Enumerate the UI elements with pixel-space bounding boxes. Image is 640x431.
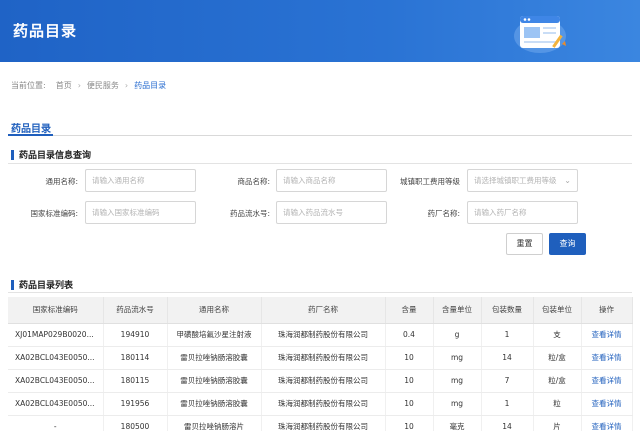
cell-national-code: XJ01MAP029B0020... xyxy=(8,323,104,347)
cell-national-code: XA02BCL043E0050... xyxy=(8,369,104,393)
table-row: - 180500 雷贝拉唑钠肠溶片 珠海润都制药股份有限公司 10 毫克 14 … xyxy=(8,415,633,431)
query-section-title: 药品目录信息查询 xyxy=(11,148,91,161)
cell-manufacturer: 珠海润都制药股份有限公司 xyxy=(261,369,386,393)
cell-generic-name: 雷贝拉唑钠肠溶片 xyxy=(167,415,262,431)
section-divider xyxy=(8,163,632,164)
cell-content-unit: mg xyxy=(433,369,482,393)
cell-pack-qty: 1 xyxy=(481,392,534,416)
col-action: 操作 xyxy=(581,297,633,324)
cell-pack-qty: 14 xyxy=(481,415,534,431)
cell-pack-qty: 14 xyxy=(481,346,534,370)
cell-serial-no: 194910 xyxy=(103,323,168,347)
col-content: 含量 xyxy=(385,297,434,324)
section-divider xyxy=(8,292,632,293)
cell-manufacturer: 珠海润都制药股份有限公司 xyxy=(261,392,386,416)
cell-national-code: XA02BCL043E0050... xyxy=(8,346,104,370)
manufacturer-label: 药厂名称: xyxy=(427,209,460,218)
view-details-link[interactable]: 查看详情 xyxy=(581,392,633,416)
table-row: XJ01MAP029B0020... 194910 甲磺酸培氟沙星注射液 珠海润… xyxy=(8,323,633,347)
cell-manufacturer: 珠海润都制药股份有限公司 xyxy=(261,323,386,347)
cell-generic-name: 雷贝拉唑钠肠溶胶囊 xyxy=(167,369,262,393)
manufacturer-input[interactable] xyxy=(467,201,578,224)
cell-pack-unit: 片 xyxy=(533,415,582,431)
drug-table: 国家标准编码 药品流水号 通用名称 药厂名称 含量 含量单位 包装数量 包装单位… xyxy=(8,297,633,431)
cell-serial-no: 180114 xyxy=(103,346,168,370)
serial-no-label: 药品流水号: xyxy=(229,209,270,218)
cell-pack-unit: 支 xyxy=(533,323,582,347)
breadcrumb-current: 药品目录 xyxy=(134,81,167,90)
col-manufacturer: 药厂名称 xyxy=(261,297,386,324)
breadcrumb: 当前位置: 首页 › 便民服务 › 药品目录 xyxy=(11,80,166,91)
cell-content: 10 xyxy=(385,392,434,416)
col-pack-unit: 包装单位 xyxy=(533,297,582,324)
cell-generic-name: 雷贝拉唑钠肠溶胶囊 xyxy=(167,346,262,370)
cell-serial-no: 191956 xyxy=(103,392,168,416)
chevron-down-icon: ⌄ xyxy=(564,176,571,185)
table-row: XA02BCL043E0050... 180115 雷贝拉唑钠肠溶胶囊 珠海润都… xyxy=(8,369,633,393)
cell-pack-unit: 粒/盒 xyxy=(533,369,582,393)
cell-serial-no: 180115 xyxy=(103,369,168,393)
chevron-right-icon: › xyxy=(124,81,129,90)
col-content-unit: 含量单位 xyxy=(433,297,482,324)
cell-serial-no: 180500 xyxy=(103,415,168,431)
table-row: XA02BCL043E0050... 180114 雷贝拉唑钠肠溶胶囊 珠海润都… xyxy=(8,346,633,370)
cell-national-code: - xyxy=(8,415,104,431)
view-details-link[interactable]: 查看详情 xyxy=(581,369,633,393)
col-pack-qty: 包装数量 xyxy=(481,297,534,324)
section-marker xyxy=(11,149,14,160)
insurance-grade-label: 城镇职工费用等级 xyxy=(400,177,460,186)
list-section-label: 药品目录列表 xyxy=(19,281,74,291)
col-generic-name: 通用名称 xyxy=(167,297,262,324)
cell-generic-name: 雷贝拉唑钠肠溶胶囊 xyxy=(167,392,262,416)
reset-button[interactable]: 重置 xyxy=(506,233,543,255)
view-details-link[interactable]: 查看详情 xyxy=(581,346,633,370)
national-code-label: 国家标准编码: xyxy=(30,209,78,218)
tab-divider xyxy=(8,135,632,136)
cell-pack-qty: 1 xyxy=(481,323,534,347)
insurance-grade-select[interactable]: 请选择城镇职工费用等级 ⌄ xyxy=(467,169,578,192)
tab-drug-catalog[interactable]: 药品目录 xyxy=(11,120,51,135)
chevron-right-icon: › xyxy=(77,81,81,90)
product-name-input[interactable] xyxy=(276,169,387,192)
query-button[interactable]: 查询 xyxy=(549,233,586,255)
cell-pack-qty: 7 xyxy=(481,369,534,393)
product-name-label: 商品名称: xyxy=(237,177,270,186)
breadcrumb-home[interactable]: 首页 xyxy=(56,80,72,91)
section-marker xyxy=(11,279,14,290)
breadcrumb-services[interactable]: 便民服务 xyxy=(87,80,119,91)
query-section-label: 药品目录信息查询 xyxy=(19,151,92,161)
breadcrumb-prefix: 当前位置: xyxy=(11,81,46,90)
document-illustration-icon xyxy=(514,16,566,53)
cell-content: 10 xyxy=(385,346,434,370)
col-national-code: 国家标准编码 xyxy=(8,297,104,324)
generic-name-label: 通用名称: xyxy=(45,177,78,186)
cell-content: 0.4 xyxy=(385,323,434,347)
cell-content: 10 xyxy=(385,369,434,393)
cell-manufacturer: 珠海润都制药股份有限公司 xyxy=(261,346,386,370)
col-serial-no: 药品流水号 xyxy=(103,297,168,324)
cell-national-code: XA02BCL043E0050... xyxy=(8,392,104,416)
cell-content: 10 xyxy=(385,415,434,431)
table-row: XA02BCL043E0050... 191956 雷贝拉唑钠肠溶胶囊 珠海润都… xyxy=(8,392,633,416)
view-details-link[interactable]: 查看详情 xyxy=(581,323,633,347)
list-section-title: 药品目录列表 xyxy=(11,278,73,291)
cell-content-unit: g xyxy=(433,323,482,347)
insurance-grade-placeholder: 请选择城镇职工费用等级 xyxy=(474,176,557,185)
page-banner: 药品目录 xyxy=(0,0,640,62)
tab-active-indicator xyxy=(8,134,53,136)
cell-manufacturer: 珠海润都制药股份有限公司 xyxy=(261,415,386,431)
cell-content-unit: mg xyxy=(433,392,482,416)
page-title: 药品目录 xyxy=(13,22,78,40)
cell-pack-unit: 粒/盒 xyxy=(533,346,582,370)
cell-content-unit: mg xyxy=(433,346,482,370)
view-details-link[interactable]: 查看详情 xyxy=(581,415,633,431)
cell-pack-unit: 粒 xyxy=(533,392,582,416)
generic-name-input[interactable] xyxy=(85,169,196,192)
cell-content-unit: 毫克 xyxy=(433,415,482,431)
table-header-row: 国家标准编码 药品流水号 通用名称 药厂名称 含量 含量单位 包装数量 包装单位… xyxy=(8,297,633,324)
national-code-input[interactable] xyxy=(85,201,196,224)
cell-generic-name: 甲磺酸培氟沙星注射液 xyxy=(167,323,262,347)
serial-no-input[interactable] xyxy=(276,201,387,224)
